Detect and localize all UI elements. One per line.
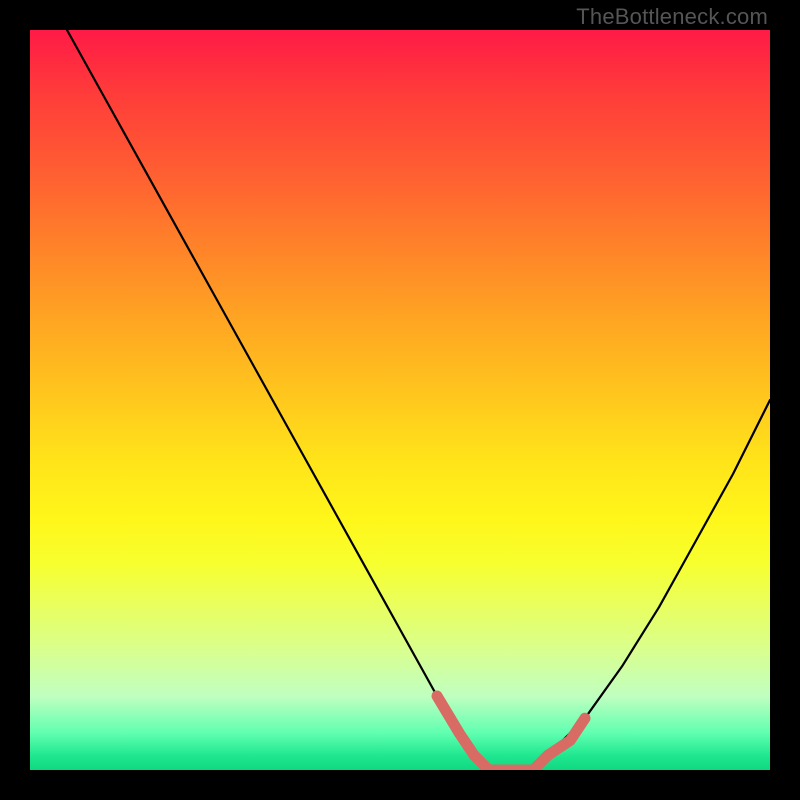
curve-svg	[30, 30, 770, 770]
watermark-text: TheBottleneck.com	[576, 4, 768, 30]
plot-area	[30, 30, 770, 770]
bottleneck-curve	[67, 30, 770, 770]
accent-right-knee	[548, 718, 585, 755]
chart-frame: TheBottleneck.com	[0, 0, 800, 800]
accent-valley	[474, 755, 548, 770]
accent-left-knee	[437, 696, 474, 755]
